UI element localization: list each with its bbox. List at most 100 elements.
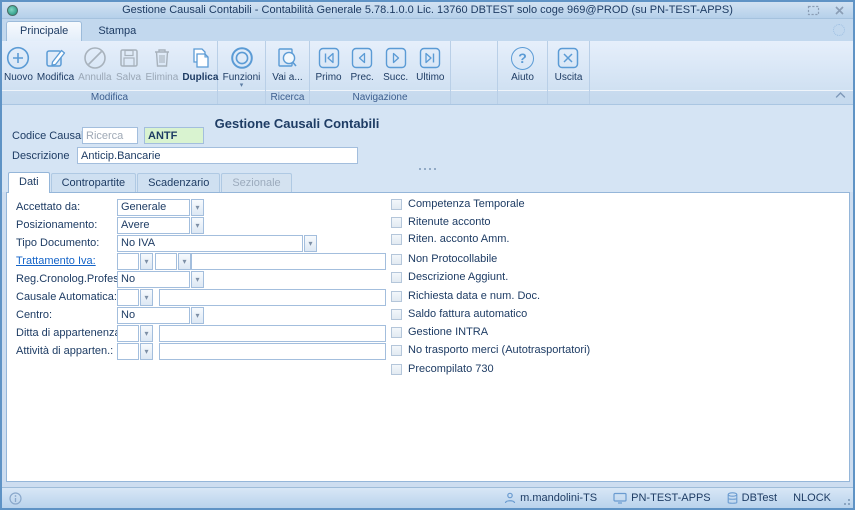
checkbox-riten-acconto-amm[interactable]: Riten. acconto Amm. (391, 233, 510, 245)
tab-dati[interactable]: Dati (8, 172, 50, 193)
prec-button[interactable]: Prec. (347, 44, 377, 84)
posizionamento-combo[interactable]: Avere (117, 217, 204, 234)
group-label-navigazione: Navigazione (310, 90, 450, 104)
ribbon-tab-strip: Principale Stampa (2, 19, 853, 41)
monitor-icon (613, 492, 627, 504)
trattamento-iva-link[interactable]: Trattamento Iva: (16, 253, 96, 270)
exit-x-icon (555, 45, 581, 71)
combo-arrow-icon[interactable] (191, 217, 204, 234)
accettato-da-combo[interactable]: Generale (117, 199, 204, 216)
page-tab-strip: Dati Contropartite Scadenzario Sezionale (8, 172, 293, 192)
checkbox-ritenute-acconto[interactable]: Ritenute acconto (391, 216, 491, 228)
checkbox-gestione-intra[interactable]: Gestione INTRA (391, 326, 488, 338)
codice-causale-value-field[interactable] (144, 127, 204, 144)
checkbox-precompilato-730[interactable]: Precompilato 730 (391, 363, 494, 375)
duplicate-pages-icon (187, 45, 213, 71)
status-user: m.mandolini-TS (504, 492, 597, 504)
checkbox-icon (391, 309, 402, 320)
ribbon-group-ricerca: Vai a... Ricerca (266, 41, 310, 104)
tipo-documento-combo[interactable]: No IVA (117, 235, 317, 252)
chevron-down-icon: ▾ (240, 83, 244, 88)
ultimo-button[interactable]: Ultimo (414, 44, 446, 84)
combo-arrow-icon[interactable] (140, 343, 153, 360)
trash-icon (149, 45, 175, 71)
user-icon (504, 492, 516, 504)
trattamento-iva-input[interactable] (191, 253, 386, 270)
ribbon-group-funzioni: Funzioni ▾ (218, 41, 266, 104)
previous-record-icon (349, 45, 375, 71)
restore-window-icon[interactable] (805, 4, 821, 17)
causale-automatica-combo[interactable] (117, 289, 153, 306)
combo-arrow-icon[interactable] (304, 235, 317, 252)
ribbon-tab-principale[interactable]: Principale (6, 21, 82, 41)
info-icon[interactable] (9, 492, 22, 505)
trattamento-iva-combo-1[interactable] (117, 253, 153, 270)
centro-combo[interactable]: No (117, 307, 204, 324)
group-label-ricerca: Ricerca (266, 90, 309, 104)
annulla-button: Annulla (76, 44, 113, 84)
checkbox-icon (391, 272, 402, 283)
combo-arrow-icon[interactable] (191, 199, 204, 216)
close-window-icon[interactable] (831, 4, 847, 17)
combo-arrow-icon[interactable] (178, 253, 191, 270)
ditta-appartenenza-input[interactable] (159, 325, 386, 342)
checkbox-competenza-temporale[interactable]: Competenza Temporale (391, 198, 525, 210)
ribbon-tab-stampa[interactable]: Stampa (84, 21, 150, 41)
checkbox-icon (391, 345, 402, 356)
combo-arrow-icon[interactable] (140, 325, 153, 342)
checkbox-icon (391, 199, 402, 210)
tab-contropartite[interactable]: Contropartite (51, 173, 137, 192)
attivita-apparten-combo[interactable] (117, 343, 153, 360)
descrizione-input[interactable] (77, 147, 358, 164)
ditta-appartenenza-label: Ditta di appartenenza: (16, 325, 124, 342)
primo-button[interactable]: Primo (314, 44, 344, 84)
codice-ricerca-input[interactable] (82, 127, 138, 144)
centro-label: Centro: (16, 307, 52, 324)
checkbox-descrizione-aggiunt[interactable]: Descrizione Aggiunt. (391, 271, 508, 283)
app-window: Gestione Causali Contabili - Contabilità… (0, 0, 855, 510)
first-record-icon (316, 45, 342, 71)
causale-automatica-label: Causale Automatica: (16, 289, 117, 306)
tipo-documento-label: Tipo Documento: (16, 235, 99, 252)
attivita-apparten-input[interactable] (159, 343, 386, 360)
status-lock: NLOCK (793, 492, 831, 504)
resize-grip[interactable] (840, 495, 850, 505)
checkbox-saldo-fattura-automatico[interactable]: Saldo fattura automatico (391, 308, 527, 320)
checkbox-no-trasporto-merci[interactable]: No trasporto merci (Autotrasportatori) (391, 344, 590, 356)
combo-arrow-icon[interactable] (191, 307, 204, 324)
modifica-button[interactable]: Modifica (35, 44, 76, 84)
vai-a-button[interactable]: Vai a... (270, 44, 304, 84)
combo-arrow-icon[interactable] (140, 289, 153, 306)
window-title: Gestione Causali Contabili - Contabilità… (2, 2, 853, 18)
database-icon (727, 492, 738, 505)
status-bar: m.mandolini-TS PN-TEST-APPS DBTest NLOCK (2, 487, 853, 508)
next-record-icon (383, 45, 409, 71)
trattamento-iva-combo-2[interactable] (155, 253, 191, 270)
aiuto-button[interactable]: ? Aiuto (508, 44, 538, 84)
reg-cronolog-label: Reg.Cronolog.Profess.: (16, 271, 130, 288)
checkbox-icon (391, 234, 402, 245)
checkbox-icon (391, 364, 402, 375)
ribbon-toolbar: Nuovo Modifica Annulla Salva (2, 41, 853, 105)
status-database: DBTest (727, 492, 777, 505)
ribbon-options-icon[interactable] (833, 24, 845, 36)
ditta-appartenenza-combo[interactable] (117, 325, 153, 342)
ribbon-collapse-icon[interactable] (835, 91, 846, 99)
checkbox-non-protocollabile[interactable]: Non Protocollabile (391, 253, 497, 265)
floppy-disk-icon (116, 45, 142, 71)
reg-cronolog-combo[interactable]: No (117, 271, 204, 288)
tab-scadenzario[interactable]: Scadenzario (137, 173, 220, 192)
duplica-button[interactable]: Duplica (180, 44, 220, 84)
combo-arrow-icon[interactable] (140, 253, 153, 270)
funzioni-button[interactable]: Funzioni ▾ (221, 44, 263, 89)
succ-button[interactable]: Succ. (381, 44, 411, 84)
nuovo-button[interactable]: Nuovo (2, 44, 35, 84)
elimina-button: Elimina (144, 44, 181, 84)
splitter-handle[interactable] (419, 168, 436, 170)
uscita-button[interactable]: Uscita (553, 44, 585, 84)
checkbox-richiesta-data-num-doc[interactable]: Richiesta data e num. Doc. (391, 290, 540, 302)
status-server: PN-TEST-APPS (613, 492, 710, 504)
causale-automatica-input[interactable] (159, 289, 386, 306)
combo-arrow-icon[interactable] (191, 271, 204, 288)
accettato-da-label: Accettato da: (16, 199, 80, 216)
